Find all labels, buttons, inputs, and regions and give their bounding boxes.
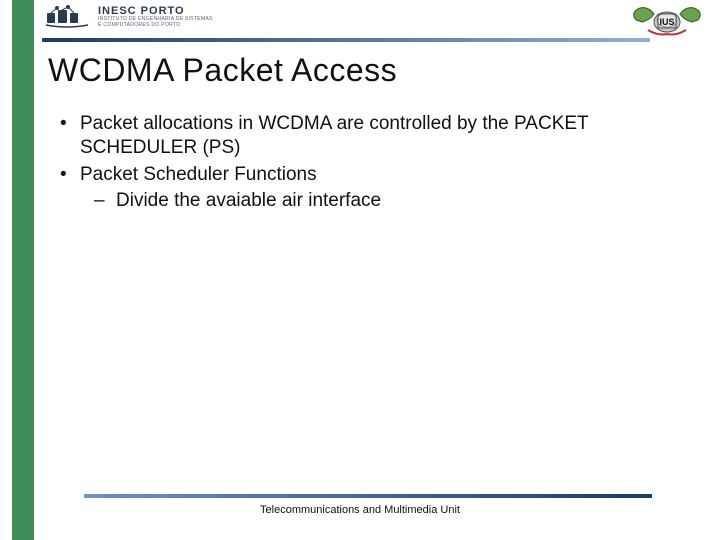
bullet-marker: • [56,112,80,136]
decorative-graphic: IUS [628,0,706,40]
org-logo-mark [42,4,92,30]
bullet-marker: • [56,163,80,187]
bullet-text: Packet allocations in WCDMA are controll… [80,112,676,161]
title-separator [42,38,650,42]
slide-title: WCDMA Packet Access [48,52,397,89]
bullet-item: • Packet Scheduler Functions [56,163,676,187]
left-accent-bar [12,0,34,540]
footer-separator [84,494,652,498]
org-logo-text: INESC PORTO INSTITUTO DE ENGENHARIA DE S… [98,6,213,27]
header: INESC PORTO INSTITUTO DE ENGENHARIA DE S… [42,4,702,38]
footer-text: Telecommunications and Multimedia Unit [0,504,720,516]
bullet-item: • Packet allocations in WCDMA are contro… [56,112,676,161]
svg-text:IUS: IUS [659,17,674,27]
sub-bullet-item: – Divide the avaiable air interface [94,189,676,213]
org-logo: INESC PORTO INSTITUTO DE ENGENHARIA DE S… [42,4,702,30]
slide-body: • Packet allocations in WCDMA are contro… [56,112,676,213]
org-logo-subtitle-2: E COMPUTADORES DO PORTO [98,23,213,28]
bullet-text: Packet Scheduler Functions [80,163,676,187]
sub-bullet-text: Divide the avaiable air interface [116,189,676,213]
sub-bullet-marker: – [94,189,116,213]
